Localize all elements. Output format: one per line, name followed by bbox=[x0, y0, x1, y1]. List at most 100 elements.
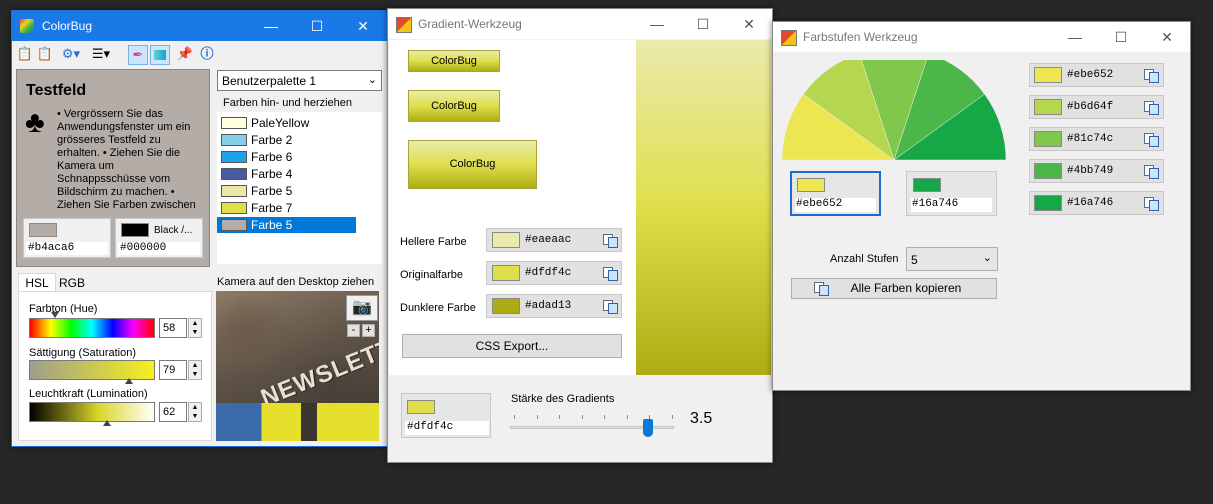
colorbug-titlebar[interactable]: ColorBug — ☐ ✕ bbox=[12, 11, 389, 41]
lumination-marker[interactable] bbox=[103, 420, 111, 426]
palette-item-label: Farbe 7 bbox=[251, 201, 293, 215]
zoom-in-label: + bbox=[365, 324, 372, 336]
testfeld-text: • Vergrössern Sie das Anwendungsfenster … bbox=[57, 108, 196, 211]
slider-thumb[interactable] bbox=[643, 419, 653, 437]
palette-item-label: PaleYellow bbox=[251, 116, 310, 130]
right-color-field[interactable]: #16a746 bbox=[906, 171, 997, 216]
palette-item-label: Farbe 5 bbox=[251, 218, 293, 232]
copy-icon[interactable] bbox=[1144, 197, 1159, 211]
step-color-field[interactable]: #81c74c bbox=[1029, 127, 1164, 151]
palette-select[interactable]: Benutzerpalette 1 ⌄ bbox=[217, 70, 382, 91]
copy-icon[interactable]: 📋 bbox=[16, 45, 34, 63]
palette-list-item[interactable]: PaleYellow bbox=[217, 115, 356, 131]
lumination-value[interactable]: 62 bbox=[159, 402, 187, 422]
copy-icon[interactable] bbox=[603, 267, 618, 281]
paste-icon[interactable]: 📋 bbox=[36, 45, 54, 63]
gradient-sample-medium[interactable]: ColorBug bbox=[408, 90, 500, 122]
strength-slider[interactable] bbox=[510, 413, 674, 439]
hue-stepper[interactable]: ▲ ▼ bbox=[188, 318, 202, 338]
step-color-field[interactable]: #ebe652 bbox=[1029, 63, 1164, 87]
css-export-button[interactable]: CSS Export... bbox=[402, 334, 622, 358]
testfeld-swatch-1[interactable]: #b4aca6 bbox=[23, 218, 111, 258]
hue-bar[interactable] bbox=[29, 318, 155, 338]
step-swatch bbox=[1034, 163, 1062, 179]
minimize-button[interactable]: — bbox=[634, 9, 680, 39]
left-hex: #ebe652 bbox=[795, 198, 876, 212]
palette-list-item[interactable]: Farbe 2 bbox=[217, 132, 356, 148]
swatch-2-color bbox=[121, 223, 149, 237]
tab-rgb[interactable]: RGB bbox=[56, 275, 88, 291]
original-field[interactable]: #dfdf4c bbox=[486, 261, 622, 285]
copy-icon[interactable] bbox=[1144, 69, 1159, 83]
pin-icon[interactable]: 📌 bbox=[176, 45, 194, 63]
saturation-value[interactable]: 79 bbox=[159, 360, 187, 380]
saturation-label: Sättigung (Saturation) bbox=[29, 347, 137, 359]
maximize-button[interactable]: ☐ bbox=[294, 11, 340, 41]
slider-tick bbox=[626, 415, 628, 419]
camera-yellow-shape bbox=[216, 403, 379, 441]
palette-list-item[interactable]: Farbe 5 bbox=[217, 183, 356, 199]
hue-value[interactable]: 58 bbox=[159, 318, 187, 338]
farbstufen-app-icon bbox=[781, 30, 797, 46]
step-color-field[interactable]: #4bb749 bbox=[1029, 159, 1164, 183]
testfeld-swatch-2[interactable]: Black /... #000000 bbox=[115, 218, 203, 258]
lumination-stepper[interactable]: ▲ ▼ bbox=[188, 402, 202, 422]
copy-icon[interactable] bbox=[1144, 133, 1159, 147]
palette-list[interactable]: PaleYellow Farbe 2 Farbe 6 Farbe 4 Farbe 5 Fa… bbox=[217, 112, 382, 264]
farbstufen-window: Farbstufen Werkzeug — ☐ ✕ #ebe652 #16a74… bbox=[772, 21, 1191, 391]
hue-marker[interactable] bbox=[51, 312, 59, 318]
palette-list-item[interactable]: Farbe 4 bbox=[217, 166, 356, 182]
darker-swatch bbox=[492, 298, 520, 314]
chevron-down-icon: ⌄ bbox=[367, 74, 377, 86]
copy-icon[interactable] bbox=[603, 300, 618, 314]
camera-icon[interactable]: 📷 bbox=[346, 295, 378, 321]
camera-zoom-in[interactable]: + bbox=[362, 324, 375, 337]
pipette-icon[interactable]: ✒ bbox=[128, 45, 148, 65]
darker-field[interactable]: #adad13 bbox=[486, 294, 622, 318]
lumination-bar[interactable] bbox=[29, 402, 155, 422]
close-button[interactable]: ✕ bbox=[340, 11, 386, 41]
lumination-label: Leuchtkraft (Lumination) bbox=[29, 388, 148, 400]
copy-all-button[interactable]: Alle Farben kopieren bbox=[791, 278, 997, 299]
minimize-button[interactable]: — bbox=[1052, 22, 1098, 52]
tab-hsl[interactable]: HSL bbox=[18, 273, 56, 292]
palette-item-swatch bbox=[221, 219, 247, 231]
strength-label: Stärke des Gradients bbox=[511, 393, 615, 405]
camera-snapshot[interactable]: NEWSLETTER 📷 - + bbox=[216, 291, 379, 441]
saturation-stepper[interactable]: ▲ ▼ bbox=[188, 360, 202, 380]
palette-list-item[interactable]: Farbe 6 bbox=[217, 149, 356, 165]
hsl-panel: Farbton (Hue) 58 ▲ ▼ Sättigung (Saturatio… bbox=[18, 291, 212, 441]
step-color-field[interactable]: #b6d64f bbox=[1029, 95, 1164, 119]
saturation-marker[interactable] bbox=[125, 378, 133, 384]
lighter-field[interactable]: #eaeaac bbox=[486, 228, 622, 252]
left-color-field[interactable]: #ebe652 bbox=[790, 171, 881, 216]
copy-icon[interactable] bbox=[1144, 101, 1159, 115]
maximize-button[interactable]: ☐ bbox=[1098, 22, 1144, 52]
gradient-tool-icon[interactable] bbox=[150, 45, 170, 65]
palette-list-item[interactable]: Farbe 5 bbox=[217, 217, 356, 233]
gradient-titlebar[interactable]: Gradient-Werkzeug — ☐ ✕ bbox=[388, 9, 772, 39]
swatch-1-hex: #b4aca6 bbox=[26, 242, 108, 255]
palette-list-item[interactable]: Farbe 7 bbox=[217, 200, 356, 216]
list-view-dropdown-icon[interactable]: ☰▾ bbox=[88, 45, 114, 63]
saturation-bar[interactable] bbox=[29, 360, 155, 380]
current-color-field[interactable]: #dfdf4c bbox=[401, 393, 491, 438]
settings-dropdown-icon[interactable]: ⚙▾ bbox=[58, 45, 84, 63]
step-color-field[interactable]: #16a746 bbox=[1029, 191, 1164, 215]
steps-select[interactable]: 5 ⌄ bbox=[906, 247, 998, 271]
maximize-button[interactable]: ☐ bbox=[680, 9, 726, 39]
slider-tick bbox=[604, 415, 605, 419]
colorbug-app-icon bbox=[20, 19, 34, 33]
step-swatch bbox=[1034, 195, 1062, 211]
gradient-sample-large[interactable]: ColorBug bbox=[408, 140, 537, 189]
close-button[interactable]: ✕ bbox=[1144, 22, 1190, 52]
copy-icon[interactable] bbox=[1144, 165, 1159, 179]
camera-overlay-text: NEWSLETTER bbox=[257, 321, 379, 412]
camera-zoom-out[interactable]: - bbox=[347, 324, 360, 337]
info-icon[interactable]: ⓘ bbox=[198, 45, 216, 63]
close-button[interactable]: ✕ bbox=[726, 9, 772, 39]
copy-icon[interactable] bbox=[603, 234, 618, 248]
minimize-button[interactable]: — bbox=[248, 11, 294, 41]
gradient-sample-small[interactable]: ColorBug bbox=[408, 50, 500, 72]
farbstufen-titlebar[interactable]: Farbstufen Werkzeug — ☐ ✕ bbox=[773, 22, 1190, 52]
